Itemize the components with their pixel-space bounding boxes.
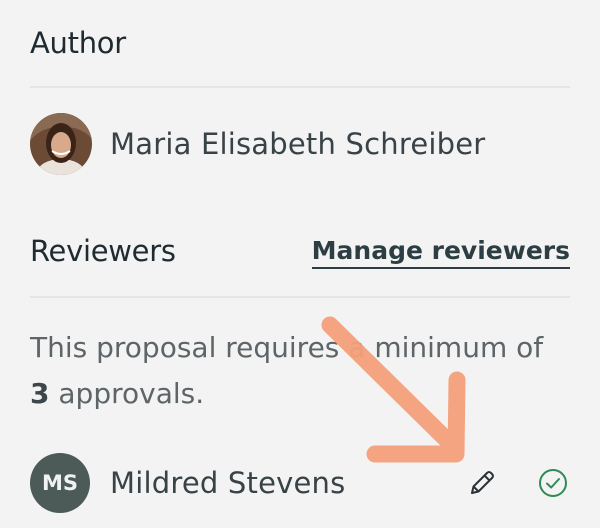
reviewer-row: MS Mildred Stevens <box>30 453 570 513</box>
author-section-title: Author <box>30 26 126 60</box>
reviewers-divider <box>30 296 570 298</box>
pencil-icon <box>471 471 494 494</box>
min-approvals-count: 3 <box>30 377 50 410</box>
author-name: Maria Elisabeth Schreiber <box>110 127 486 161</box>
check-circle-icon <box>539 469 567 497</box>
requirement-suffix: approvals. <box>49 377 205 410</box>
author-avatar <box>30 113 92 175</box>
reviewer-avatar: MS <box>30 453 90 513</box>
proposal-sidebar: Author Maria Elisabeth Schreiber Reviewe… <box>30 0 570 528</box>
manage-reviewers-link[interactable]: Manage reviewers <box>311 236 570 269</box>
approval-requirement-text: This proposal requires a minimum of 3 ap… <box>30 325 570 417</box>
reviewer-name: Mildred Stevens <box>110 466 346 500</box>
author-divider <box>30 86 570 88</box>
approved-status-icon <box>538 468 568 498</box>
requirement-prefix: This proposal requires a minimum of <box>30 331 544 364</box>
edit-reviewer-button[interactable] <box>466 467 498 499</box>
reviewers-section-title: Reviewers <box>30 234 176 268</box>
author-row: Maria Elisabeth Schreiber <box>30 113 485 175</box>
